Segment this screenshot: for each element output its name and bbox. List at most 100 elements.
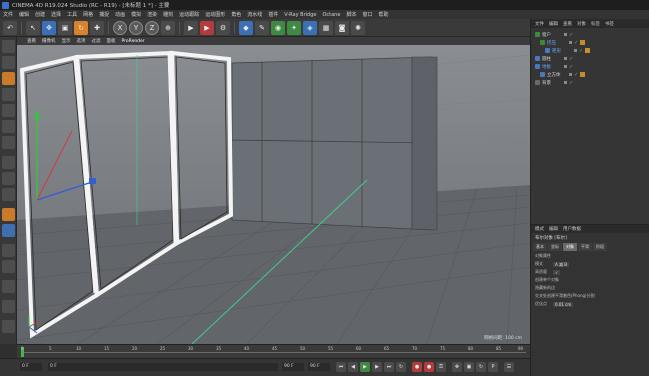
enabled-check-icon[interactable]: ✓ (574, 40, 578, 46)
recent-tools-icon[interactable]: ✚ (90, 20, 104, 35)
loop-icon[interactable]: ↻ (396, 362, 406, 372)
menu-motion-tracker[interactable]: 运动跟踪 (179, 11, 199, 18)
parameter-key-icon[interactable]: P (488, 362, 498, 372)
z-axis-lock-icon[interactable]: Z (145, 20, 159, 35)
viewport-menu-display[interactable]: 显示 (62, 38, 71, 44)
om-tab-objects[interactable]: 对象 (577, 21, 586, 27)
render-to-picture-viewer-icon[interactable]: ▶ (200, 20, 214, 35)
subtab-coord[interactable]: 坐标 (548, 243, 562, 251)
om-tab-tags[interactable]: 标签 (591, 21, 600, 27)
menu-select[interactable]: 选择 (51, 11, 61, 18)
make-editable-icon[interactable] (2, 40, 15, 53)
object-row-extrude[interactable]: 挤压 ✓ (531, 39, 649, 46)
om-tab-edit[interactable]: 编辑 (549, 21, 558, 27)
rotate-tool-icon[interactable]: ↻ (74, 20, 88, 35)
menu-sculpt[interactable]: 雕刻 (163, 11, 173, 18)
current-frame-field[interactable]: 0 F (48, 363, 278, 371)
field-value[interactable]: 0.01 cm (553, 301, 574, 307)
timeline-settings-icon[interactable]: ☰ (504, 362, 514, 372)
material-tag-icon[interactable] (580, 72, 586, 77)
workplane-lock-icon[interactable] (2, 224, 15, 237)
points-mode-icon[interactable] (2, 104, 15, 117)
subtab-smoothing[interactable]: 平滑 (578, 243, 592, 251)
3d-viewport[interactable]: 网格间距: 100 cm (17, 45, 530, 344)
subdivision-surface-icon[interactable]: ◉ (271, 20, 285, 35)
object-row-cylinder[interactable]: 圆柱 ✓ (531, 55, 649, 62)
play-icon[interactable]: ▶ (360, 362, 370, 372)
scale-tool-icon[interactable]: ▣ (58, 20, 72, 35)
menu-simulate[interactable]: 模拟 (131, 11, 141, 18)
menu-tools[interactable]: 工具 (67, 11, 77, 18)
deformer-icon[interactable]: ◈ (303, 20, 317, 35)
visibility-dot-icon[interactable] (564, 33, 567, 36)
move-tool-icon[interactable]: ✥ (42, 20, 56, 35)
menu-window[interactable]: 窗口 (362, 11, 372, 18)
field-mode[interactable]: 模式 A 减 B (535, 261, 570, 267)
texture-mode-icon[interactable] (2, 72, 15, 85)
floor-icon[interactable]: ▦ (319, 20, 333, 35)
field-create-single-object[interactable]: 创建单个对象 (535, 277, 575, 283)
menu-mesh[interactable]: 网格 (83, 11, 93, 18)
snap-icon[interactable] (2, 172, 15, 185)
menu-vray-bridge[interactable]: V-Ray Bridge (284, 12, 316, 18)
material-tag-icon[interactable] (585, 48, 591, 53)
subtab-object[interactable]: 对象 (563, 243, 577, 251)
preview-end-frame-field[interactable]: 90 F (308, 363, 330, 371)
visibility-dot-icon[interactable] (564, 57, 567, 60)
polygons-mode-icon[interactable] (2, 136, 15, 149)
om-tab-file[interactable]: 文件 (535, 21, 544, 27)
symmetry-icon[interactable] (2, 280, 15, 293)
sculpt-icon[interactable] (2, 300, 15, 313)
axis-mode-icon[interactable] (2, 156, 15, 169)
array-icon[interactable]: ✦ (287, 20, 301, 35)
om-tab-view[interactable]: 查看 (563, 21, 572, 27)
cube-icon[interactable]: ◆ (239, 20, 253, 35)
enabled-check-icon[interactable]: ✓ (569, 32, 573, 38)
camera-icon[interactable]: ◙ (335, 20, 349, 35)
undo-icon[interactable]: ↶ (3, 20, 17, 35)
field-hide-new-edges[interactable]: 隐藏新的边 (535, 285, 575, 291)
field-value[interactable]: A 减 B (553, 261, 570, 267)
subtab-phase[interactable]: 阶段 (593, 243, 607, 251)
rotation-key-icon[interactable]: ↻ (476, 362, 486, 372)
live-select-icon[interactable]: ↖ (26, 20, 40, 35)
menu-octane[interactable]: Octane (322, 12, 340, 18)
enabled-check-icon[interactable]: ✓ (569, 56, 573, 62)
next-key-icon[interactable]: ▶ (372, 362, 382, 372)
edges-mode-icon[interactable] (2, 120, 15, 133)
object-row-window[interactable]: 窗户 ✓ (531, 31, 649, 38)
am-tab-user-data[interactable]: 用户数据 (563, 226, 581, 232)
end-frame-field[interactable]: 90 F (282, 363, 304, 371)
object-row-cube[interactable]: 立方体 ✓ (531, 71, 649, 78)
visibility-dot-icon[interactable] (569, 73, 572, 76)
menu-animate[interactable]: 动画 (115, 11, 125, 18)
field-phong-break[interactable]: 交叉处创建平滑着色(Phong)分割 (535, 293, 635, 299)
viewport-menu-filter[interactable]: 过滤 (92, 38, 101, 44)
field-value[interactable]: ✓ (553, 269, 561, 275)
enabled-check-icon[interactable]: ✓ (569, 64, 573, 70)
enabled-check-icon[interactable]: ✓ (569, 80, 573, 86)
menu-plugins[interactable]: 插件 (268, 11, 278, 18)
object-row-rectangle[interactable]: 矩形 ✓ (531, 47, 649, 54)
subtab-basic[interactable]: 基本 (533, 243, 547, 251)
model-mode-icon[interactable] (2, 56, 15, 69)
menu-render[interactable]: 渲染 (147, 11, 157, 18)
solo-mode-icon[interactable] (2, 208, 15, 221)
render-settings-icon[interactable]: ⚙ (216, 20, 230, 35)
start-frame-field[interactable]: 0 F (20, 363, 42, 371)
viewport-menu-prorender[interactable]: ProRender (122, 39, 145, 44)
keyframe-selection-icon[interactable]: ⚿ (436, 362, 446, 372)
am-tab-mode[interactable]: 模式 (535, 226, 544, 232)
scale-key-icon[interactable]: ▣ (464, 362, 474, 372)
enabled-check-icon[interactable]: ✓ (579, 48, 583, 54)
y-axis-lock-icon[interactable]: Y (129, 20, 143, 35)
menu-create[interactable]: 创建 (35, 11, 45, 18)
menu-edit[interactable]: 编辑 (19, 11, 29, 18)
pen-spline-icon[interactable]: ✎ (255, 20, 269, 35)
object-row-floor[interactable]: 地板 ✓ (531, 63, 649, 70)
autokey-icon[interactable]: ● (424, 362, 434, 372)
menu-character[interactable]: 角色 (231, 11, 241, 18)
om-tab-bookmarks[interactable]: 书签 (605, 21, 614, 27)
enabled-check-icon[interactable]: ✓ (574, 72, 578, 78)
coordinate-system-icon[interactable]: ⊕ (161, 20, 175, 35)
